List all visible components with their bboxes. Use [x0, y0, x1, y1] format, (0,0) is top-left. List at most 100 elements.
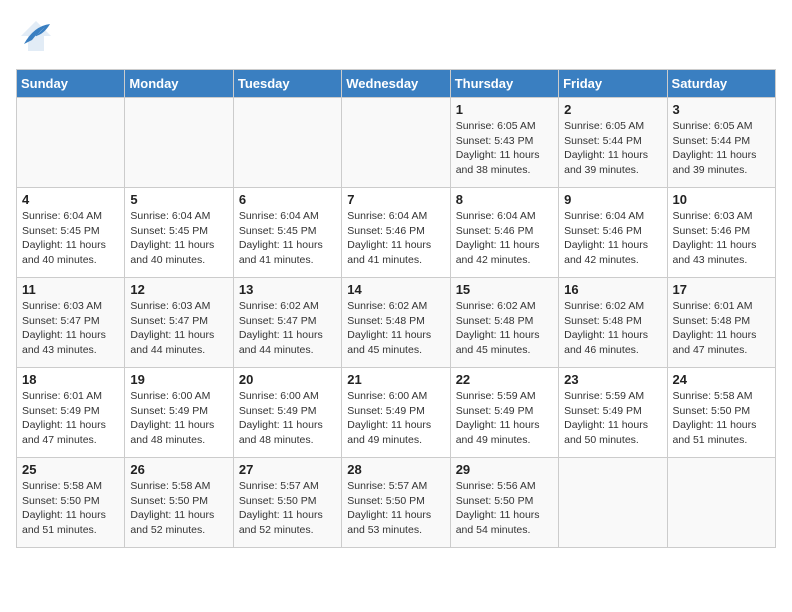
- day-info: Sunrise: 6:05 AMSunset: 5:44 PMDaylight:…: [673, 119, 770, 178]
- day-info: Sunrise: 6:02 AMSunset: 5:48 PMDaylight:…: [564, 299, 661, 358]
- day-header-wednesday: Wednesday: [342, 70, 450, 98]
- day-cell: 28Sunrise: 5:57 AMSunset: 5:50 PMDayligh…: [342, 458, 450, 548]
- day-header-tuesday: Tuesday: [233, 70, 341, 98]
- day-info: Sunrise: 5:57 AMSunset: 5:50 PMDaylight:…: [239, 479, 336, 538]
- day-number: 20: [239, 372, 336, 387]
- day-cell: 3 Sunrise: 6:05 AMSunset: 5:44 PMDaylight…: [667, 98, 775, 188]
- day-info: Sunrise: 6:05 AMSunset: 5:44 PMDaylight:…: [564, 119, 661, 178]
- logo: [16, 16, 60, 61]
- day-cell: [559, 458, 667, 548]
- day-header-sunday: Sunday: [17, 70, 125, 98]
- day-number: 19: [130, 372, 227, 387]
- day-info: Sunrise: 5:57 AMSunset: 5:50 PMDaylight:…: [347, 479, 444, 538]
- logo-icon: [16, 16, 56, 61]
- day-number: 9: [564, 192, 661, 207]
- day-info: Sunrise: 5:56 AMSunset: 5:50 PMDaylight:…: [456, 479, 553, 538]
- day-info: Sunrise: 6:01 AMSunset: 5:48 PMDaylight:…: [673, 299, 770, 358]
- day-info: Sunrise: 6:02 AMSunset: 5:47 PMDaylight:…: [239, 299, 336, 358]
- day-info: Sunrise: 6:02 AMSunset: 5:48 PMDaylight:…: [347, 299, 444, 358]
- day-cell: 1 Sunrise: 6:05 AMSunset: 5:43 PMDaylight…: [450, 98, 558, 188]
- day-number: 5: [130, 192, 227, 207]
- day-cell: [667, 458, 775, 548]
- day-number: 25: [22, 462, 119, 477]
- calendar-table: SundayMondayTuesdayWednesdayThursdayFrid…: [16, 69, 776, 548]
- day-cell: 12Sunrise: 6:03 AMSunset: 5:47 PMDayligh…: [125, 278, 233, 368]
- day-cell: 29 Sunrise: 5:56 AMSunset: 5:50 PMDayligh…: [450, 458, 558, 548]
- day-info: Sunrise: 5:58 AMSunset: 5:50 PMDaylight:…: [673, 389, 770, 448]
- day-info: Sunrise: 6:00 AMSunset: 5:49 PMDaylight:…: [239, 389, 336, 448]
- day-info: Sunrise: 6:00 AMSunset: 5:49 PMDaylight:…: [130, 389, 227, 448]
- day-cell: 13 Sunrise: 6:02 AMSunset: 5:47 PMDayligh…: [233, 278, 341, 368]
- day-info: Sunrise: 6:04 AMSunset: 5:45 PMDaylight:…: [22, 209, 119, 268]
- day-header-monday: Monday: [125, 70, 233, 98]
- day-info: Sunrise: 6:04 AMSunset: 5:45 PMDaylight:…: [130, 209, 227, 268]
- day-info: Sunrise: 6:01 AMSunset: 5:49 PMDaylight:…: [22, 389, 119, 448]
- day-cell: 21 Sunrise: 6:00 AMSunset: 5:49 PMDayligh…: [342, 368, 450, 458]
- day-info: Sunrise: 5:58 AMSunset: 5:50 PMDaylight:…: [22, 479, 119, 538]
- day-header-saturday: Saturday: [667, 70, 775, 98]
- day-cell: 19 Sunrise: 6:00 AMSunset: 5:49 PMDayligh…: [125, 368, 233, 458]
- week-row-1: 1 Sunrise: 6:05 AMSunset: 5:43 PMDaylight…: [17, 98, 776, 188]
- day-cell: 16 Sunrise: 6:02 AMSunset: 5:48 PMDayligh…: [559, 278, 667, 368]
- day-cell: [342, 98, 450, 188]
- day-cell: [233, 98, 341, 188]
- day-cell: [17, 98, 125, 188]
- day-number: 14: [347, 282, 444, 297]
- day-number: 15: [456, 282, 553, 297]
- day-cell: 5 Sunrise: 6:04 AMSunset: 5:45 PMDaylight…: [125, 188, 233, 278]
- day-info: Sunrise: 5:59 AMSunset: 5:49 PMDaylight:…: [564, 389, 661, 448]
- week-row-4: 18 Sunrise: 6:01 AMSunset: 5:49 PMDayligh…: [17, 368, 776, 458]
- day-number: 3: [673, 102, 770, 117]
- day-info: Sunrise: 6:02 AMSunset: 5:48 PMDaylight:…: [456, 299, 553, 358]
- day-number: 21: [347, 372, 444, 387]
- day-number: 16: [564, 282, 661, 297]
- week-row-5: 25 Sunrise: 5:58 AMSunset: 5:50 PMDayligh…: [17, 458, 776, 548]
- day-info: Sunrise: 6:00 AMSunset: 5:49 PMDaylight:…: [347, 389, 444, 448]
- day-info: Sunrise: 6:05 AMSunset: 5:43 PMDaylight:…: [456, 119, 553, 178]
- day-cell: 15 Sunrise: 6:02 AMSunset: 5:48 PMDayligh…: [450, 278, 558, 368]
- day-number: 24: [673, 372, 770, 387]
- day-number: 26: [130, 462, 227, 477]
- day-number: 17: [673, 282, 770, 297]
- day-cell: 25 Sunrise: 5:58 AMSunset: 5:50 PMDayligh…: [17, 458, 125, 548]
- week-row-3: 11Sunrise: 6:03 AMSunset: 5:47 PMDayligh…: [17, 278, 776, 368]
- day-cell: 14 Sunrise: 6:02 AMSunset: 5:48 PMDayligh…: [342, 278, 450, 368]
- day-cell: 20 Sunrise: 6:00 AMSunset: 5:49 PMDayligh…: [233, 368, 341, 458]
- day-cell: 10 Sunrise: 6:03 AMSunset: 5:46 PMDayligh…: [667, 188, 775, 278]
- day-number: 1: [456, 102, 553, 117]
- calendar-header: SundayMondayTuesdayWednesdayThursdayFrid…: [17, 70, 776, 98]
- day-info: Sunrise: 6:03 AMSunset: 5:46 PMDaylight:…: [673, 209, 770, 268]
- day-cell: 11Sunrise: 6:03 AMSunset: 5:47 PMDayligh…: [17, 278, 125, 368]
- day-cell: 4 Sunrise: 6:04 AMSunset: 5:45 PMDaylight…: [17, 188, 125, 278]
- day-number: 2: [564, 102, 661, 117]
- day-cell: 26 Sunrise: 5:58 AMSunset: 5:50 PMDayligh…: [125, 458, 233, 548]
- day-cell: 8 Sunrise: 6:04 AMSunset: 5:46 PMDaylight…: [450, 188, 558, 278]
- day-number: 27: [239, 462, 336, 477]
- day-cell: 18 Sunrise: 6:01 AMSunset: 5:49 PMDayligh…: [17, 368, 125, 458]
- page-header: [16, 16, 776, 61]
- day-number: 13: [239, 282, 336, 297]
- day-number: 4: [22, 192, 119, 207]
- day-header-friday: Friday: [559, 70, 667, 98]
- day-number: 8: [456, 192, 553, 207]
- day-info: Sunrise: 6:04 AMSunset: 5:46 PMDaylight:…: [564, 209, 661, 268]
- day-info: Sunrise: 5:59 AMSunset: 5:49 PMDaylight:…: [456, 389, 553, 448]
- day-info: Sunrise: 5:58 AMSunset: 5:50 PMDaylight:…: [130, 479, 227, 538]
- day-cell: 6Sunrise: 6:04 AMSunset: 5:45 PMDaylight…: [233, 188, 341, 278]
- day-cell: 2 Sunrise: 6:05 AMSunset: 5:44 PMDaylight…: [559, 98, 667, 188]
- day-number: 12: [130, 282, 227, 297]
- day-cell: 24 Sunrise: 5:58 AMSunset: 5:50 PMDayligh…: [667, 368, 775, 458]
- day-cell: [125, 98, 233, 188]
- day-info: Sunrise: 6:04 AMSunset: 5:46 PMDaylight:…: [456, 209, 553, 268]
- day-cell: 9 Sunrise: 6:04 AMSunset: 5:46 PMDaylight…: [559, 188, 667, 278]
- week-row-2: 4 Sunrise: 6:04 AMSunset: 5:45 PMDaylight…: [17, 188, 776, 278]
- day-info: Sunrise: 6:03 AMSunset: 5:47 PMDaylight:…: [22, 299, 119, 358]
- day-cell: 22Sunrise: 5:59 AMSunset: 5:49 PMDayligh…: [450, 368, 558, 458]
- day-cell: 23 Sunrise: 5:59 AMSunset: 5:49 PMDayligh…: [559, 368, 667, 458]
- day-number: 29: [456, 462, 553, 477]
- day-number: 18: [22, 372, 119, 387]
- day-number: 7: [347, 192, 444, 207]
- day-number: 10: [673, 192, 770, 207]
- day-number: 23: [564, 372, 661, 387]
- day-cell: 17 Sunrise: 6:01 AMSunset: 5:48 PMDayligh…: [667, 278, 775, 368]
